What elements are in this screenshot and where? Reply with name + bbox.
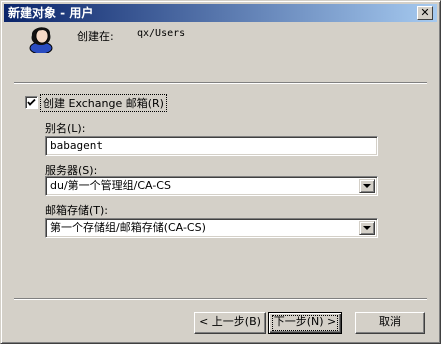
title-bar[interactable]: 新建对象 - 用户 bbox=[4, 4, 437, 22]
close-button[interactable]: ✕ bbox=[417, 6, 433, 20]
cancel-button[interactable]: 取消 bbox=[355, 312, 425, 334]
alias-input[interactable]: babagent bbox=[45, 136, 378, 156]
chevron-down-icon bbox=[363, 226, 371, 230]
window-title: 新建对象 - 用户 bbox=[8, 6, 94, 20]
created-in-label: 创建在: bbox=[77, 30, 114, 43]
alias-label: 别名(L): bbox=[45, 122, 86, 135]
focus-rect bbox=[272, 315, 338, 331]
next-button[interactable]: 下一步(N) > bbox=[268, 312, 342, 334]
created-in-path: qx/Users bbox=[137, 28, 186, 39]
store-dropdown-button[interactable] bbox=[359, 221, 375, 235]
create-mailbox-label[interactable]: 创建 Exchange 邮箱(R) bbox=[40, 94, 167, 112]
store-select[interactable]: 第一个存储组/邮箱存储(CA-CS) bbox=[45, 218, 378, 238]
back-button[interactable]: < 上一步(B) bbox=[194, 312, 266, 334]
server-value: du/第一个管理组/CA-CS bbox=[50, 179, 171, 192]
create-mailbox-checkbox[interactable] bbox=[25, 96, 38, 109]
footer-divider bbox=[14, 298, 427, 300]
close-icon: ✕ bbox=[420, 6, 430, 19]
chevron-down-icon bbox=[363, 184, 371, 188]
server-dropdown-button[interactable] bbox=[359, 179, 375, 193]
user-icon bbox=[25, 21, 57, 55]
store-value: 第一个存储组/邮箱存储(CA-CS) bbox=[50, 221, 206, 234]
checkmark-icon bbox=[27, 98, 36, 106]
header-divider bbox=[14, 82, 427, 84]
server-select[interactable]: du/第一个管理组/CA-CS bbox=[45, 176, 378, 196]
store-label: 邮箱存储(T): bbox=[45, 204, 109, 217]
